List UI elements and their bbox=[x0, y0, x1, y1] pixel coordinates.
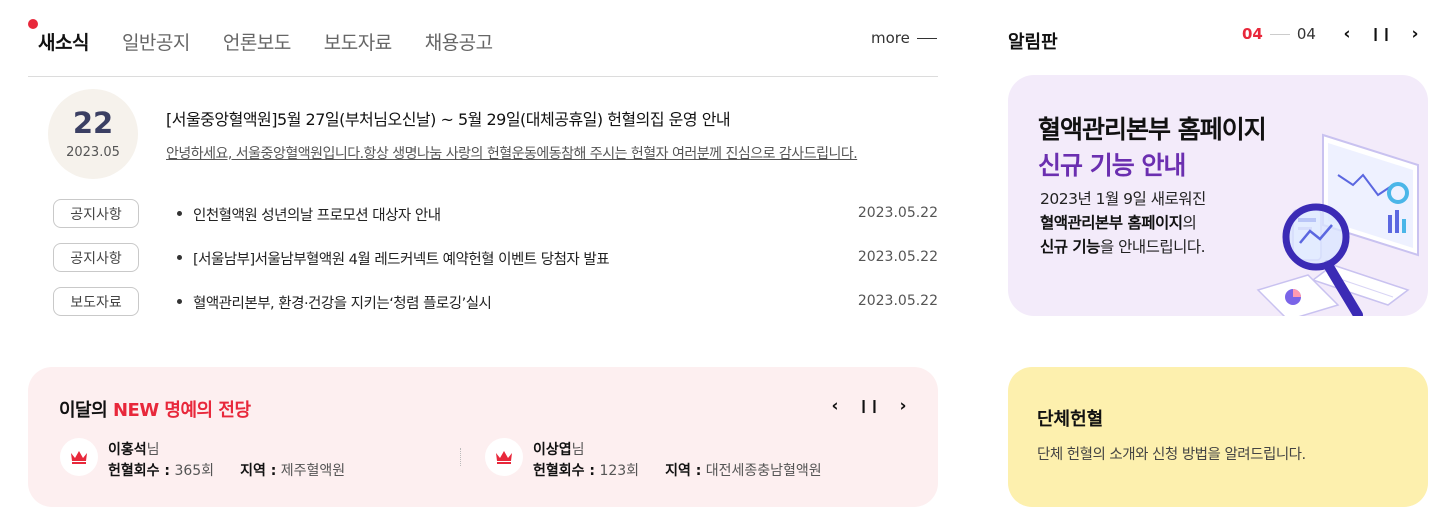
category-badge: 공지사항 bbox=[53, 199, 139, 228]
computer-magnifier-illustration-icon bbox=[1256, 133, 1419, 316]
news-item: 보도자료 혈액관리본부, 환경·건강을 지키는‘청렴 플로깅’실시 2023.0… bbox=[53, 287, 938, 317]
hall-of-fame-title-prefix: 이달의 bbox=[59, 400, 113, 421]
homepage-feature-banner[interactable]: 혈액관리본부 홈페이지 신규 기능 안내 2023년 1월 9일 새로워진 혈액… bbox=[1008, 75, 1428, 316]
tab-press-coverage[interactable]: 언론보도 bbox=[223, 28, 291, 55]
news-date: 2023.05.22 bbox=[857, 293, 938, 309]
prev-arrow-icon[interactable]: ‹ bbox=[1330, 24, 1364, 44]
group-donation-card[interactable]: 단체헌혈 단체 헌혈의 소개와 신청 방법을 알려드립니다. bbox=[1008, 367, 1428, 507]
banner-desc-line3-bold: 신규 기능 bbox=[1040, 238, 1100, 256]
hall-of-fame-title: 이달의 NEW 명예의 전당 bbox=[59, 396, 251, 422]
board-pager: 04 04 bbox=[1242, 25, 1316, 43]
banner-desc-line2-bold: 혈액관리본부 홈페이지 bbox=[1040, 214, 1183, 232]
new-indicator-dot bbox=[28, 19, 38, 29]
news-title-link[interactable]: [서울남부]서울남부혈액원 4월 레드커넥트 예약헌혈 이벤트 당첨자 발표 bbox=[193, 248, 610, 269]
donor-card: 이상엽님 헌혈회수 : 123회 지역 : 대전세종충남혈액원 bbox=[485, 436, 905, 480]
featured-summary-link[interactable]: 안녕하세요, 서울중앙혈액원입니다.항상 생명나눔 사랑의 헌혈운동에동참해 주… bbox=[166, 143, 928, 163]
banner-desc-line3: 신규 기능을 안내드립니다. bbox=[1040, 235, 1206, 259]
banner-heading: 혈액관리본부 홈페이지 bbox=[1038, 115, 1267, 144]
featured-day: 22 bbox=[72, 105, 114, 140]
hall-of-fame-panel: 이달의 NEW 명예의 전당 ‹ ❙❙ › 이홍석님 헌혈회수 : 365회 지역… bbox=[28, 367, 938, 507]
featured-title-link[interactable]: [서울중앙혈액원]5월 27일(부처님오신날) ~ 5월 29일(대체공휴일) … bbox=[166, 106, 731, 130]
hall-of-fame-title-highlight: NEW 명예의 전당 bbox=[112, 400, 251, 421]
pause-icon[interactable]: ❙❙ bbox=[1364, 27, 1398, 42]
donation-count: 365회 bbox=[174, 463, 215, 479]
banner-desc-line2: 혈액관리본부 홈페이지의 bbox=[1040, 211, 1206, 235]
more-link[interactable]: more bbox=[871, 29, 937, 47]
donor-info: 헌혈회수 : 365회 지역 : 제주혈액원 bbox=[108, 460, 345, 480]
news-item: 공지사항 인천혈액원 성년의날 프로모션 대상자 안내 2023.05.22 bbox=[53, 199, 938, 229]
category-badge: 보도자료 bbox=[53, 287, 139, 316]
notice-board-title: 알림판 bbox=[1008, 32, 1058, 53]
banner-desc-line3-rest: 을 안내드립니다. bbox=[1099, 238, 1206, 256]
tab-general-notice[interactable]: 일반공지 bbox=[122, 28, 190, 55]
banner-desc-line1: 2023년 1월 9일 새로워진 bbox=[1040, 190, 1206, 208]
hall-of-fame-controls: ‹ ❙❙ › bbox=[818, 396, 920, 416]
current-page: 04 bbox=[1242, 25, 1263, 43]
next-arrow-icon[interactable]: › bbox=[886, 396, 920, 416]
featured-year-month: 2023.05 bbox=[66, 144, 120, 160]
tab-new-news[interactable]: 새소식 bbox=[38, 28, 89, 55]
news-tabs: 새소식 일반공지 언론보도 보도자료 채용공고 bbox=[38, 26, 526, 56]
group-donation-description: 단체 헌혈의 소개와 신청 방법을 알려드립니다. bbox=[1037, 447, 1306, 463]
bullet-icon bbox=[177, 299, 182, 304]
bullet-icon bbox=[177, 211, 182, 216]
pause-icon[interactable]: ❙❙ bbox=[852, 399, 886, 414]
board-controls: ‹ ❙❙ › bbox=[1330, 24, 1432, 44]
banner-description: 2023년 1월 9일 새로워진 혈액관리본부 홈페이지의 신규 기능을 안내드… bbox=[1040, 187, 1206, 259]
crown-icon bbox=[60, 438, 98, 476]
donor-name-text: 이홍석 bbox=[108, 442, 147, 458]
more-label: more bbox=[871, 29, 910, 47]
tab-recruitment[interactable]: 채용공고 bbox=[425, 28, 493, 55]
news-list: 공지사항 인천혈액원 성년의날 프로모션 대상자 안내 2023.05.22 공… bbox=[53, 199, 938, 331]
next-arrow-icon[interactable]: › bbox=[1398, 24, 1432, 44]
crown-icon bbox=[485, 438, 523, 476]
news-title-link[interactable]: 인천혈액원 성년의날 프로모션 대상자 안내 bbox=[193, 204, 441, 225]
group-donation-title: 단체헌혈 bbox=[1037, 409, 1104, 430]
donor-info: 헌혈회수 : 123회 지역 : 대전세종충남혈액원 bbox=[533, 460, 822, 480]
bullet-icon bbox=[177, 255, 182, 260]
total-pages: 04 bbox=[1296, 25, 1316, 43]
featured-date-badge: 22 2023.05 bbox=[48, 89, 138, 179]
news-divider bbox=[28, 76, 938, 77]
donor-region: 제주혈액원 bbox=[280, 463, 346, 479]
banner-desc-line2-rest: 의 bbox=[1182, 214, 1197, 232]
donor-name-text: 이상엽 bbox=[533, 442, 572, 458]
category-badge: 공지사항 bbox=[53, 243, 139, 272]
donor-honorific: 님 bbox=[146, 442, 160, 458]
more-line-icon bbox=[916, 37, 937, 39]
banner-subheading: 신규 기능 안내 bbox=[1038, 151, 1186, 180]
donation-count: 123회 bbox=[599, 463, 640, 479]
news-date: 2023.05.22 bbox=[857, 249, 938, 265]
news-item: 공지사항 [서울남부]서울남부혈액원 4월 레드커넥트 예약헌혈 이벤트 당첨자… bbox=[53, 243, 938, 273]
donor-name: 이홍석님 bbox=[108, 439, 160, 459]
donor-name: 이상엽님 bbox=[533, 439, 585, 459]
tab-press-release[interactable]: 보도자료 bbox=[324, 28, 392, 55]
pager-separator bbox=[1269, 33, 1290, 35]
news-date: 2023.05.22 bbox=[857, 205, 938, 221]
region-label: 지역 : bbox=[665, 463, 702, 479]
donor-region: 대전세종충남혈액원 bbox=[705, 463, 822, 479]
prev-arrow-icon[interactable]: ‹ bbox=[818, 396, 852, 416]
donation-count-label: 헌혈회수 : bbox=[108, 463, 170, 479]
donor-card: 이홍석님 헌혈회수 : 365회 지역 : 제주혈액원 bbox=[60, 436, 460, 480]
donor-divider bbox=[460, 448, 461, 466]
donation-count-label: 헌혈회수 : bbox=[533, 463, 595, 479]
region-label: 지역 : bbox=[240, 463, 277, 479]
donor-honorific: 님 bbox=[571, 442, 585, 458]
news-title-link[interactable]: 혈액관리본부, 환경·건강을 지키는‘청렴 플로깅’실시 bbox=[193, 292, 492, 313]
